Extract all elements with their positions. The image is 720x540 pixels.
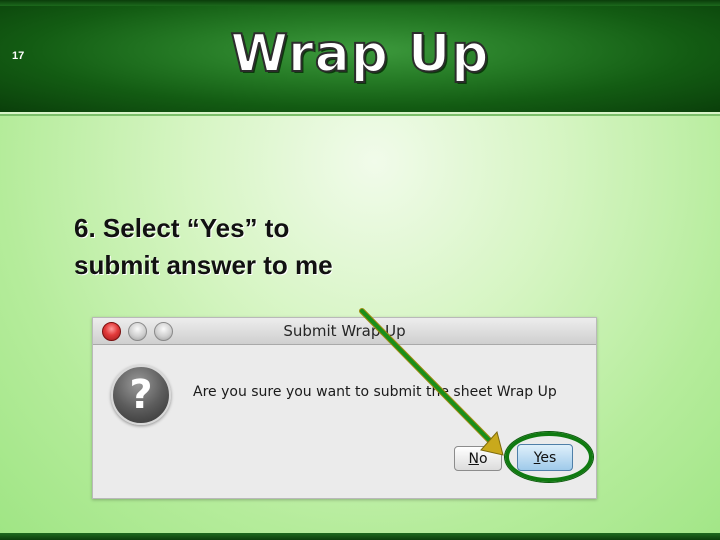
instruction-line-1: 6. Select “Yes” to	[74, 213, 290, 243]
question-icon: ?	[111, 365, 171, 425]
slide-title: Wrap Up	[230, 23, 490, 85]
dialog-title: Submit Wrap Up	[283, 322, 406, 340]
no-button-mnemonic: N	[468, 451, 479, 467]
dialog-message: Are you sure you want to submit the shee…	[193, 384, 557, 400]
slide-footer-bar	[0, 533, 720, 540]
dialog-titlebar: Submit Wrap Up	[93, 318, 596, 345]
no-button[interactable]: No	[454, 446, 502, 471]
no-button-label: o	[478, 451, 488, 467]
instruction-text: 6. Select “Yes” to submit answer to me	[74, 210, 494, 284]
slide-header: 17 Wrap Up	[0, 0, 720, 114]
instruction-line-2: submit answer to me	[74, 250, 333, 280]
yes-highlight-ring	[505, 432, 593, 482]
